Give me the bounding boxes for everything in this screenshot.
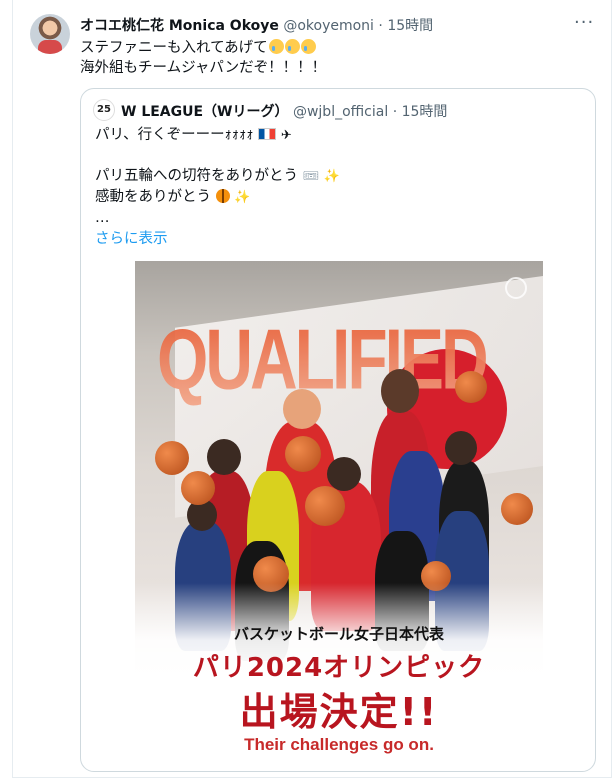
league-logo-icon	[505, 277, 527, 299]
airplane-icon: ✈	[280, 128, 292, 143]
quoted-author-avatar[interactable]: 25	[93, 99, 115, 121]
quoted-tweet[interactable]: 25 W LEAGUE（Wリーグ） @wjbl_official · 15時間 …	[80, 88, 596, 772]
sparkles-icon: ✨	[323, 169, 340, 184]
show-more-link[interactable]: さらに表示	[95, 227, 168, 248]
poster-subtitle: バスケットボール女子日本代表	[233, 625, 444, 643]
player-head	[381, 369, 419, 413]
author-name[interactable]: オコエ桃仁花 Monica Okoye	[80, 18, 279, 34]
quoted-author-handle[interactable]: @wjbl_official	[293, 104, 388, 120]
crying-face-emoji-icon	[268, 39, 284, 54]
poster-headline: QUALIFIED	[157, 310, 489, 407]
separator-dot: ·	[392, 104, 398, 120]
author-handle[interactable]: @okoyemoni	[283, 18, 374, 34]
separator-dot: ·	[378, 18, 383, 34]
poster-main-title: パリ2024オリンピック	[192, 653, 486, 683]
poster-english-tagline: Their challenges go on.	[244, 735, 434, 754]
sparkles-icon: ✨	[234, 190, 251, 205]
ticket-icon: 🎟	[302, 169, 320, 184]
quoted-line-1: パリ、行くぞーーーｫｫｫｫ	[95, 127, 254, 143]
basketball	[501, 493, 533, 525]
basketball	[455, 371, 487, 403]
crying-face-emoji-icon	[284, 39, 300, 54]
more-options-icon[interactable]: ···	[574, 12, 594, 33]
tweet-timestamp[interactable]: 15時間	[387, 18, 433, 34]
tweet-line-2: 海外組もチームジャパンだぞ！！！！	[80, 60, 327, 76]
basketball	[181, 471, 215, 505]
basketball	[285, 436, 321, 472]
quoted-tweet-header: W LEAGUE（Wリーグ） @wjbl_official · 15時間	[121, 101, 447, 121]
player-head	[445, 431, 477, 465]
basketball	[155, 441, 189, 475]
quoted-media-image[interactable]: QUALIFIED バスケットボール女子日本代表 パリ2024オリンピック 出場…	[135, 261, 543, 771]
tweet-line-1: ステファニーも入れてあげて	[80, 40, 268, 56]
basketball-icon	[215, 189, 230, 203]
author-avatar[interactable]	[30, 14, 70, 54]
quoted-line-2: パリ五輪への切符をありがとう	[95, 168, 298, 184]
crying-face-emoji-icon	[300, 39, 316, 54]
player-head	[283, 389, 321, 429]
poster-big-title: 出場決定!!	[239, 690, 439, 734]
ellipsis: …	[95, 210, 110, 226]
tweet-text: ステファニーも入れてあげて 海外組もチームジャパンだぞ！！！！	[80, 38, 326, 78]
player-head	[207, 439, 241, 475]
quoted-line-3: 感動をありがとう	[95, 189, 211, 205]
quoted-timestamp[interactable]: 15時間	[402, 104, 448, 120]
player-head	[327, 457, 361, 491]
basketball	[305, 486, 345, 526]
quoted-tweet-text: パリ、行くぞーーーｫｫｫｫ ✈ パリ五輪への切符をありがとう 🎟 ✨ 感動をあり…	[95, 125, 340, 228]
france-flag-icon	[258, 128, 277, 140]
tweet-header: オコエ桃仁花 Monica Okoye @okoyemoni · 15時間	[80, 15, 433, 35]
quoted-author-name[interactable]: W LEAGUE（Wリーグ）	[121, 104, 289, 120]
